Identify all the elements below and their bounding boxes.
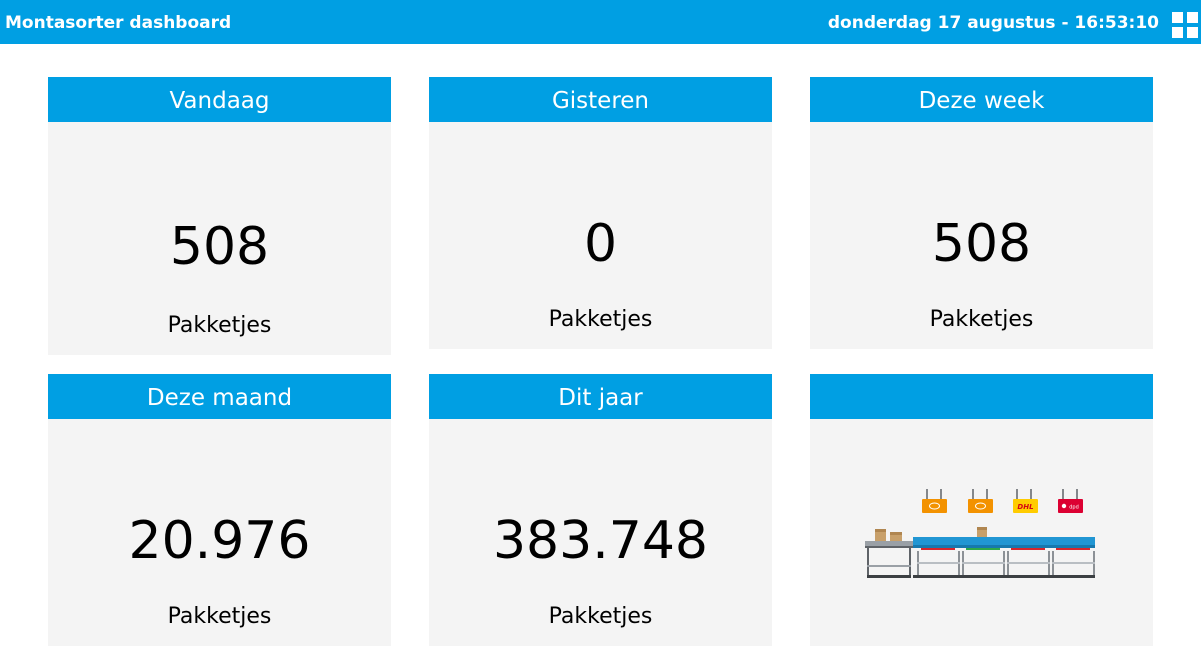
card-value: 508 [169,217,270,277]
date-time: donderdag 17 augustus - 16:53:10 [827,13,1159,33]
card-unit: Pakketjes [548,307,653,332]
card-dit-jaar: Dit jaar 383.748 Pakketjes [429,374,772,646]
card-unit: Pakketjes [167,604,272,629]
card-value: 0 [583,214,618,274]
card-illustration: DHL dpd [810,374,1153,646]
dpd-sign-label: dpd [1069,505,1079,511]
card-title: Deze week [810,77,1153,122]
card-body: 20.976 Pakketjes [48,419,391,646]
app-title: Montasorter dashboard [5,13,232,33]
card-unit: Pakketjes [929,307,1034,332]
card-body: 0 Pakketjes [429,122,772,349]
top-bar: Montasorter dashboard donderdag 17 augus… [0,0,1201,44]
card-body: 508 Pakketjes [810,122,1153,349]
parcel-sorter-illustration: DHL dpd [865,489,1095,578]
dhl-sign-label: DHL [1017,503,1033,511]
card-value: 508 [931,214,1032,274]
card-title: Vandaag [48,77,391,122]
card-body: 383.748 Pakketjes [429,419,772,646]
grid-icon[interactable] [1172,12,1198,38]
card-body: DHL dpd [810,419,1153,646]
card-title: Dit jaar [429,374,772,419]
card-vandaag: Vandaag 508 Pakketjes [48,77,391,355]
card-deze-week: Deze week 508 Pakketjes [810,77,1153,349]
card-title: Gisteren [429,77,772,122]
card-value: 20.976 [128,511,311,571]
card-unit: Pakketjes [167,313,272,338]
card-deze-maand: Deze maand 20.976 Pakketjes [48,374,391,646]
card-unit: Pakketjes [548,604,653,629]
card-gisteren: Gisteren 0 Pakketjes [429,77,772,349]
card-body: 508 Pakketjes [48,122,391,355]
card-title: Deze maand [48,374,391,419]
card-value: 383.748 [492,511,709,571]
card-title [810,374,1153,419]
